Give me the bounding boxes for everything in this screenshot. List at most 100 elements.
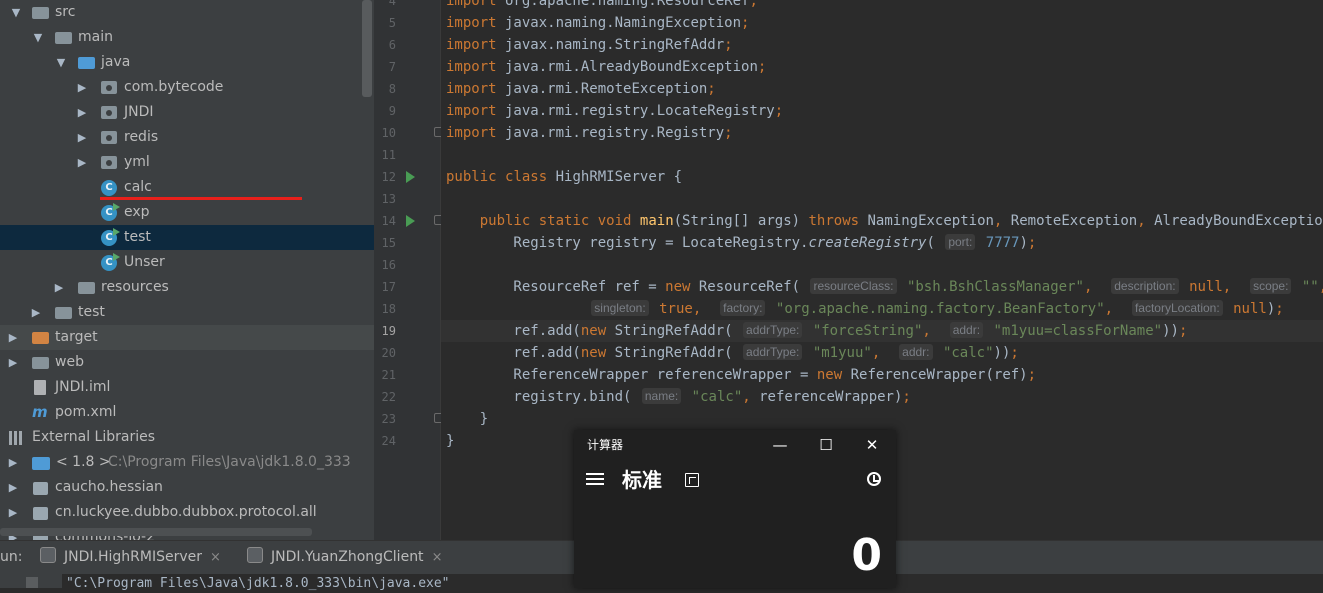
history-icon[interactable] <box>867 472 881 486</box>
tree-item-exp[interactable]: C exp <box>0 200 362 225</box>
chevron-right-icon[interactable]: ▶ <box>7 325 19 350</box>
minimize-button[interactable]: — <box>757 430 803 460</box>
tree-item-label: java <box>101 54 131 70</box>
tree-item-target[interactable]: ▶ target <box>0 325 374 350</box>
tree-item-jndi-iml[interactable]: JNDI.iml <box>0 375 362 400</box>
tree-vertical-scrollbar[interactable] <box>362 0 372 97</box>
jdk-path: C:\Program Files\Java\jdk1.8.0_333 <box>108 454 351 470</box>
line-number: 21 <box>381 368 396 382</box>
tree-item-resources[interactable]: ▶ resources <box>0 275 362 300</box>
tree-item-yml[interactable]: ▶ yml <box>0 150 362 175</box>
line-number: 9 <box>388 104 396 118</box>
chevron-right-icon[interactable]: ▶ <box>7 475 19 500</box>
tree-item-external-libraries[interactable]: External Libraries <box>0 425 362 450</box>
excluded-folder-icon <box>32 332 49 344</box>
jdk-icon <box>32 457 50 470</box>
tree-item-web[interactable]: ▶ web <box>0 350 362 375</box>
tree-item-label: exp <box>124 204 150 220</box>
code-line: registry.bind( name: "calc", referenceWr… <box>446 388 911 405</box>
tree-item-label: < 1.8 > <box>56 454 111 470</box>
tree-item-unser[interactable]: C Unser <box>0 250 362 275</box>
run-config-icon <box>40 547 56 563</box>
chevron-right-icon[interactable]: ▶ <box>7 500 19 525</box>
libraries-icon <box>9 431 25 445</box>
chevron-down-icon[interactable]: ▼ <box>10 0 22 25</box>
folder-icon <box>55 32 72 44</box>
line-number: 16 <box>381 258 396 272</box>
tree-item-label: redis <box>124 129 159 145</box>
chevron-right-icon[interactable]: ▶ <box>76 100 88 125</box>
tree-item-label: Unser <box>124 254 165 270</box>
run-main-icon[interactable] <box>406 215 415 227</box>
console-output-line: "C:\Program Files\Java\jdk1.8.0_333\bin\… <box>66 576 450 591</box>
line-number: 4 <box>388 0 396 8</box>
tree-item-main[interactable]: ▼ main <box>0 25 362 50</box>
line-number: 17 <box>381 280 396 294</box>
chevron-right-icon[interactable]: ▶ <box>30 300 42 325</box>
code-line: import java.rmi.RemoteException; <box>446 81 716 97</box>
chevron-right-icon[interactable]: ▶ <box>76 75 88 100</box>
tree-item-test-selected[interactable]: C test <box>0 225 374 250</box>
run-class-icon[interactable] <box>406 171 415 183</box>
chevron-down-icon[interactable]: ▼ <box>55 50 67 75</box>
tree-item-caucho-hessian[interactable]: ▶ caucho.hessian <box>0 475 362 500</box>
line-number: 10 <box>381 126 396 140</box>
tree-item-jdk[interactable]: ▶ < 1.8 > C:\Program Files\Java\jdk1.8.0… <box>0 450 374 475</box>
package-icon <box>101 81 117 94</box>
hamburger-menu-icon[interactable] <box>586 472 604 486</box>
package-icon <box>101 131 117 144</box>
tree-item-dubbox[interactable]: ▶ cn.luckyee.dubbo.dubbox.protocol.all <box>0 500 362 525</box>
tree-item-redis[interactable]: ▶ redis <box>0 125 362 150</box>
line-number: 5 <box>388 16 396 30</box>
console-toolbar-icon[interactable] <box>26 577 38 588</box>
tree-item-label: com.bytecode <box>124 79 224 95</box>
folder-icon <box>32 7 49 19</box>
line-number: 8 <box>388 82 396 96</box>
tree-item-jndi[interactable]: ▶ JNDI <box>0 100 362 125</box>
code-line: public class HighRMIServer { <box>446 169 683 185</box>
run-tab-highrmiserver[interactable]: JNDI.HighRMIServer × <box>40 541 221 574</box>
library-icon <box>33 482 48 495</box>
close-tab-icon[interactable]: × <box>432 550 443 565</box>
line-number: 14 <box>381 214 396 228</box>
project-tree: ▼ src ▼ main ▼ java ▶ com.bytecode ▶ JND… <box>0 0 374 540</box>
chevron-right-icon[interactable]: ▶ <box>7 450 19 475</box>
calculator-display: 0 <box>851 530 882 581</box>
tree-item-java[interactable]: ▼ java <box>0 50 362 75</box>
run-tab-label: JNDI.YuanZhongClient <box>271 549 424 565</box>
code-line: } <box>446 411 489 427</box>
chevron-right-icon[interactable]: ▶ <box>53 275 65 300</box>
tree-item-pom-xml[interactable]: m pom.xml <box>0 400 362 425</box>
close-tab-icon[interactable]: × <box>210 550 221 565</box>
run-tab-yuanzhongclient[interactable]: JNDI.YuanZhongClient × <box>247 541 442 574</box>
folder-icon <box>32 357 49 369</box>
library-icon <box>33 507 48 520</box>
line-number: 20 <box>381 346 396 360</box>
tree-item-label: pom.xml <box>55 404 117 420</box>
iml-file-icon <box>34 380 46 395</box>
code-line: ref.add(new StringRefAddr( addrType: "m1… <box>446 344 1019 361</box>
close-button[interactable]: ✕ <box>849 430 895 460</box>
tree-item-label: resources <box>101 279 169 295</box>
tree-item-label: web <box>55 354 84 370</box>
keep-on-top-icon[interactable] <box>685 473 699 487</box>
tree-item-com-bytecode[interactable]: ▶ com.bytecode <box>0 75 362 100</box>
package-icon <box>101 156 117 169</box>
tree-item-label: JNDI <box>124 104 154 120</box>
maximize-button[interactable]: ☐ <box>803 430 849 460</box>
maven-icon: m <box>32 403 48 421</box>
line-number: 11 <box>381 148 396 162</box>
tree-item-label: test <box>124 229 151 245</box>
tree-item-test-folder[interactable]: ▶ test <box>0 300 362 325</box>
tree-horizontal-scrollbar[interactable] <box>0 528 312 536</box>
chevron-right-icon[interactable]: ▶ <box>76 125 88 150</box>
tree-item-label: src <box>55 4 76 20</box>
line-number: 7 <box>388 60 396 74</box>
chevron-down-icon[interactable]: ▼ <box>32 25 44 50</box>
runnable-class-icon: C <box>101 253 120 271</box>
line-number: 15 <box>381 236 396 250</box>
chevron-right-icon[interactable]: ▶ <box>7 350 19 375</box>
chevron-right-icon[interactable]: ▶ <box>76 150 88 175</box>
tree-item-src[interactable]: ▼ src <box>0 0 362 25</box>
calculator-window[interactable]: 计算器 — ☐ ✕ 标准 0 <box>574 430 896 588</box>
